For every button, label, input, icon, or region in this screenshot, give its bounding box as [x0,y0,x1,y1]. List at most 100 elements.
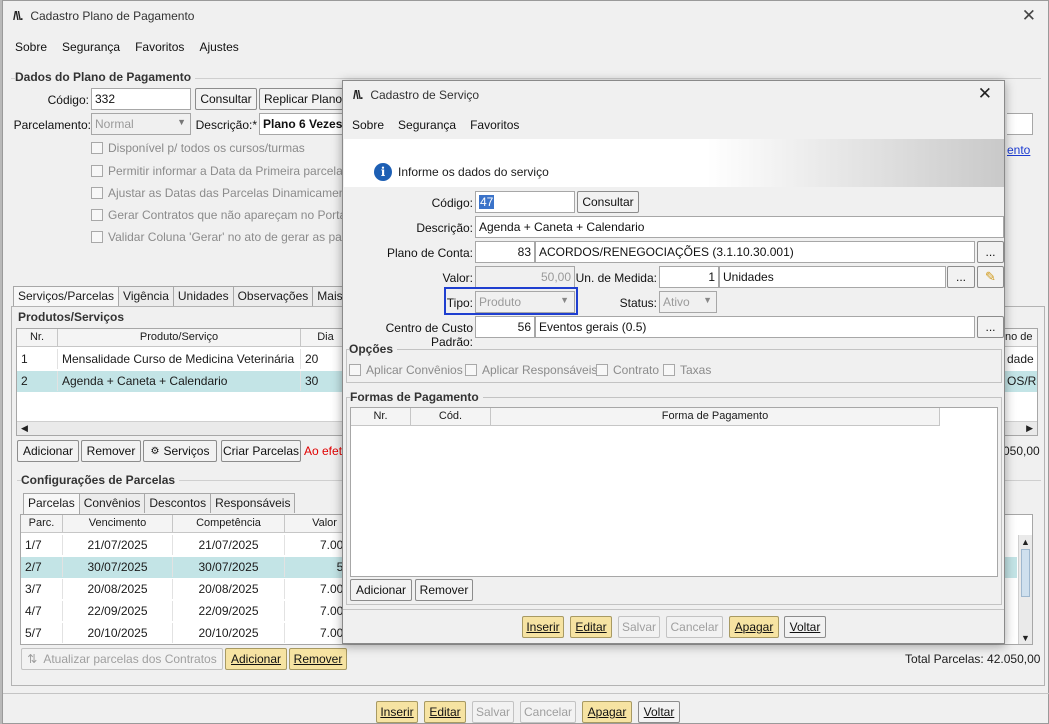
dlg-un-name[interactable]: Unidades [719,266,946,288]
formas-header-forma: Forma de Pagamento [491,408,940,426]
info-banner: i Informe os dados do serviço [344,139,1004,187]
scroll-left-icon[interactable]: ◀ [21,423,28,434]
scroll-up-icon[interactable]: ▲ [1021,537,1030,547]
cell-venc: 22/09/2025 [63,601,173,621]
btn-label: Voltar [789,620,821,634]
scroll-right-icon[interactable]: ▶ [1026,423,1033,434]
chk-permitir-data[interactable]: Permitir informar a Data da Primeira par… [91,164,343,178]
dlg-voltar-button[interactable]: Voltar [784,616,826,638]
atualizar-parcelas-button[interactable]: ⇅ Atualizar parcelas dos Contratos [21,648,223,670]
tab-responsaveis[interactable]: Responsáveis [210,493,296,513]
chk-gerar-contratos[interactable]: Gerar Contratos que não apareçam no Port… [91,208,349,222]
cell-parc: 1/7 [21,535,63,555]
dlg-editar-button[interactable]: Editar [570,616,612,638]
dlg-cancelar-button[interactable]: Cancelar [666,616,723,638]
remover-produto-button[interactable]: Remover [81,440,141,462]
scroll-down-icon[interactable]: ▼ [1021,633,1030,643]
dlg-codigo-value: 47 [479,195,495,209]
btn-label: Criar Parcelas [222,444,300,458]
dialog-menu-favoritos[interactable]: Favoritos [470,118,519,132]
chk-label: Disponível p/ todos os cursos/turmas [108,141,305,155]
tab-unidades[interactable]: Unidades [172,286,234,306]
dlg-centro-search-button[interactable]: ... [977,316,1004,338]
editar-button[interactable]: Editar [424,701,466,723]
dlg-descricao-label: Descrição: [416,221,473,235]
inserir-button[interactable]: Inserir [376,701,418,723]
descricao-field[interactable]: Plano 6 Vezes [259,113,349,135]
vertical-scrollbar[interactable]: ▲ ▼ [1018,535,1032,644]
tab-parcelas[interactable]: Parcelas [23,493,80,514]
dlg-valor-field[interactable]: 50,00 [475,266,575,288]
menu-ajustes[interactable]: Ajustes [199,40,238,54]
dlg-apagar-button[interactable]: Apagar [729,616,779,638]
voltar-button[interactable]: Voltar [638,701,680,723]
dlg-centro-code[interactable]: 56 [475,316,535,338]
dlg-adicionar-forma-button[interactable]: Adicionar [350,579,412,601]
consultar-button[interactable]: Consultar [195,88,257,110]
parcelamento-select[interactable]: Normal ▼ [91,113,191,135]
menu-sobre[interactable]: Sobre [15,40,47,54]
chk-ajustar-datas[interactable]: Ajustar as Datas das Parcelas Dinamicame… [91,186,355,200]
close-icon[interactable]: ✕ [1022,6,1036,26]
checkbox-box [349,364,361,376]
criar-parcelas-button[interactable]: Criar Parcelas [221,440,301,462]
tab-observacoes[interactable]: Observações [232,286,314,306]
plano-link[interactable]: ento [1007,143,1030,157]
dlg-bottom-divider [343,609,1004,610]
remover-parcela-button[interactable]: Remover [289,648,347,670]
adicionar-parcela-button[interactable]: Adicionar [225,648,287,670]
chk-validar-coluna[interactable]: Validar Coluna 'Gerar' no ato de gerar a… [91,230,352,244]
dlg-plano-name[interactable]: ACORDOS/RENEGOCIAÇÕES (3.1.10.30.001) [535,241,975,263]
salvar-button[interactable]: Salvar [472,701,514,723]
dlg-plano-search-button[interactable]: ... [977,241,1004,263]
menu-seguranca[interactable]: Segurança [62,40,120,54]
dlg-centro-name[interactable]: Eventos gerais (0.5) [535,316,975,338]
dialog-close-icon[interactable]: ✕ [978,84,992,104]
formas-header-nr: Nr. [351,408,411,426]
descricao-value: Plano 6 Vezes [263,117,343,131]
dlg-codigo-field[interactable]: 47 [475,191,575,213]
chk-aplicar-convenios[interactable]: Aplicar Convênios [349,363,463,377]
tab-descontos[interactable]: Descontos [144,493,212,513]
dlg-status-select[interactable]: Ativo ▼ [659,291,717,313]
apagar-button[interactable]: Apagar [582,701,632,723]
warning-text: Ao efet [304,444,343,458]
dlg-un-search-button[interactable]: ... [947,266,975,288]
dlg-remover-forma-button[interactable]: Remover [415,579,473,601]
dlg-salvar-button[interactable]: Salvar [618,616,660,638]
dlg-un-code[interactable]: 1 [659,266,719,288]
chevron-down-icon: ▼ [177,117,186,127]
servicos-button[interactable]: ⚙ Serviços [143,440,217,462]
dlg-descricao-field[interactable]: Agenda + Caneta + Calendario [475,216,1004,238]
scroll-thumb[interactable] [1021,549,1030,597]
chk-disponivel[interactable]: Disponível p/ todos os cursos/turmas [91,141,305,155]
adicionar-produto-button[interactable]: Adicionar [17,440,79,462]
dialog-title: Cadastro de Serviço [370,88,480,102]
replicar-plano-button[interactable]: Replicar Plano [259,88,349,110]
menu-favoritos[interactable]: Favoritos [135,40,184,54]
chk-contrato[interactable]: Contrato [596,363,659,377]
chk-aplicar-responsaveis[interactable]: Aplicar Responsáveis [465,363,597,377]
parcelas-header-vencimento: Vencimento [63,515,173,533]
dlg-codigo-label: Código: [431,196,473,210]
dialog-menu-sobre[interactable]: Sobre [352,118,384,132]
dialog-menu-seguranca[interactable]: Segurança [398,118,456,132]
chk-taxas[interactable]: Taxas [663,363,711,377]
cancelar-button[interactable]: Cancelar [520,701,576,723]
chk-label: Validar Coluna 'Gerar' no ato de gerar a… [108,230,352,244]
dlg-plano-code[interactable]: 83 [475,241,535,263]
cell-parc: 3/7 [21,579,63,599]
btn-label: Adicionar [230,652,282,666]
dlg-inserir-button[interactable]: Inserir [522,616,564,638]
cell-nr: 2 [17,371,58,391]
btn-label: ... [985,245,996,259]
descricao-field-right[interactable] [1007,113,1033,135]
dlg-consultar-button[interactable]: Consultar [577,191,639,213]
tab-servicos-parcelas[interactable]: Serviços/Parcelas [13,286,120,307]
tab-vigencia[interactable]: Vigência [118,286,174,306]
dlg-valor-label: Valor: [442,271,473,285]
codigo-field[interactable]: 332 [91,88,191,110]
dlg-un-edit-button[interactable]: ✎ [977,266,1004,288]
config-tabs: Parcelas Convênios Descontos Responsávei… [23,493,296,514]
tab-convenios[interactable]: Convênios [78,493,146,513]
